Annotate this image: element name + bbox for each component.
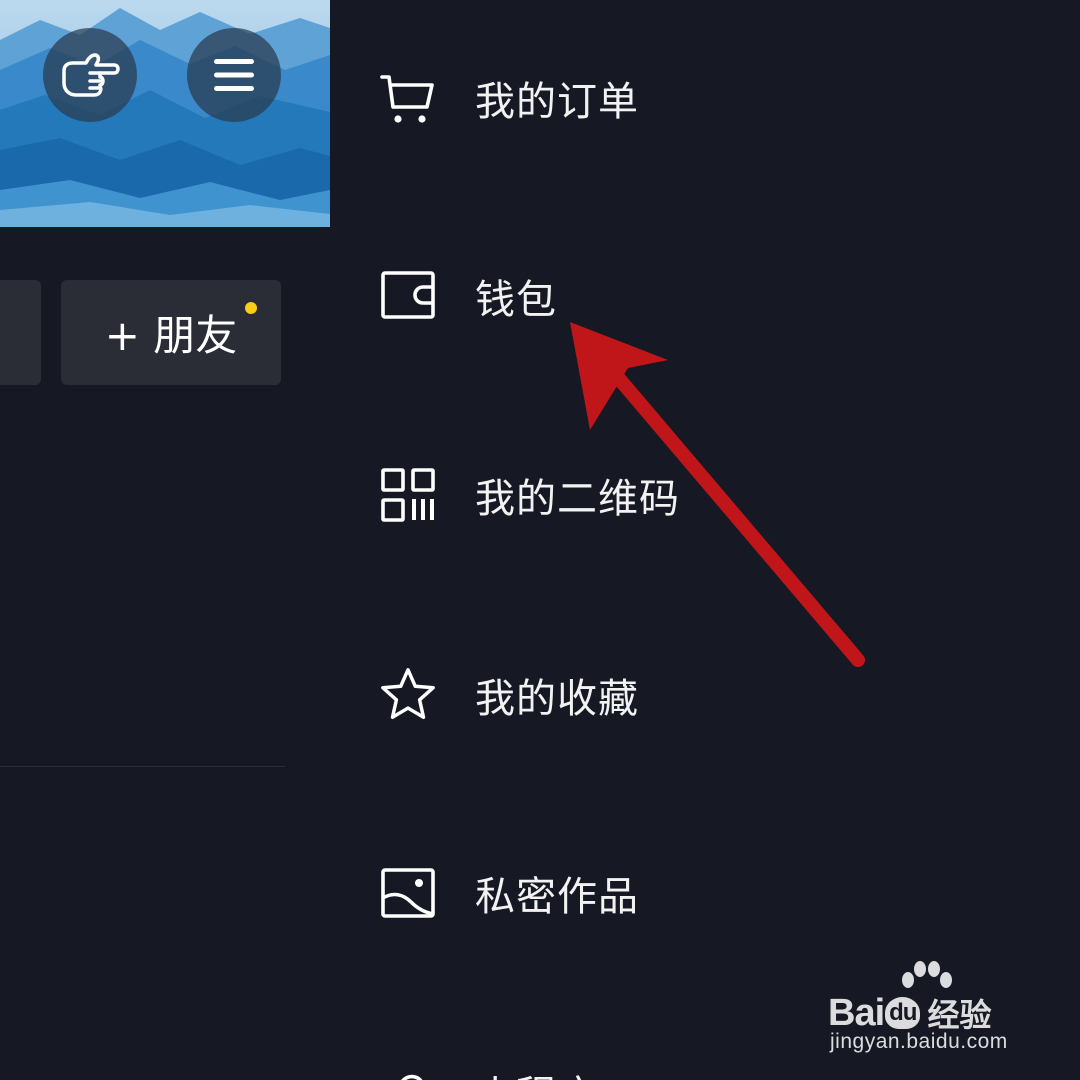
star-icon: [378, 665, 438, 725]
add-friend-label: + 朋友: [104, 311, 238, 360]
menu-item-mini-program[interactable]: 小程序: [378, 1052, 598, 1080]
mini-program-icon: [378, 1062, 438, 1080]
watermark-brand-du: du: [885, 997, 921, 1029]
edit-profile-button-edge[interactable]: [0, 280, 41, 385]
hand-button[interactable]: [43, 28, 137, 122]
cart-icon: [378, 68, 438, 128]
add-friend-button[interactable]: + 朋友: [61, 280, 281, 385]
menu-item-label: 我的收藏: [475, 676, 639, 722]
wallet-icon: [378, 266, 438, 326]
menu-button[interactable]: [187, 28, 281, 122]
image-icon: [378, 863, 438, 923]
menu-item-orders[interactable]: 我的订单: [378, 58, 639, 138]
menu-item-label: 小程序: [475, 1063, 598, 1080]
menu-item-label: 钱包: [475, 277, 557, 323]
menu-item-private-works[interactable]: 私密作品: [378, 853, 639, 933]
profile-panel: + 朋友: [0, 0, 330, 1080]
mountain-landscape-image: [0, 0, 330, 227]
profile-cover-image[interactable]: [0, 0, 330, 227]
menu-item-qr-code[interactable]: 我的二维码: [378, 455, 680, 535]
divider: [0, 766, 285, 767]
menu-item-label: 私密作品: [475, 874, 639, 920]
baidu-jingyan-watermark: Bai du 经验 jingyan.baidu.com: [828, 960, 1028, 1060]
menu-item-label: 我的订单: [475, 79, 639, 125]
watermark-brand-bai: Bai: [828, 991, 885, 1034]
menu-drawer: 我的订单 钱包 我的二维码 我的收藏 私密作品: [330, 0, 1080, 1080]
menu-item-wallet[interactable]: 钱包: [378, 256, 557, 336]
menu-item-label: 我的二维码: [475, 476, 680, 522]
menu-item-favorites[interactable]: 我的收藏: [378, 655, 639, 735]
watermark-url: jingyan.baidu.com: [830, 1030, 1008, 1053]
notification-dot: [245, 302, 257, 314]
pointing-hand-icon: [62, 53, 120, 97]
hamburger-menu-icon: [214, 59, 254, 91]
qr-code-icon: [378, 465, 438, 525]
